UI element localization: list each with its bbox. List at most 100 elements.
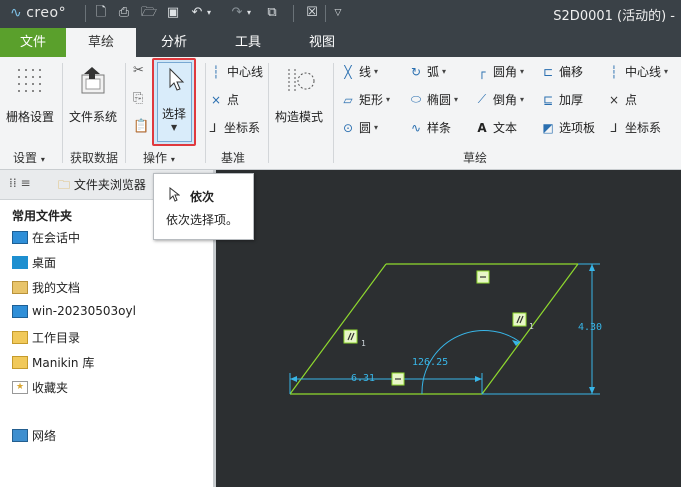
rectangle-icon: ▱ [343, 92, 353, 107]
tab-tools[interactable]: 工具 [216, 28, 280, 57]
folder-item-working-directory[interactable]: 工作目录 [12, 329, 80, 346]
sketch-canvas[interactable]: 1 1 6.31 126.25 4.30 [216, 170, 681, 487]
sketch-spline-button[interactable]: ∿ 样条 [408, 119, 451, 136]
paste-icon[interactable]: 📋 [133, 119, 149, 134]
construction-mode-button[interactable]: 构造模式 [272, 61, 328, 141]
tab-file[interactable]: 文件 [0, 28, 66, 57]
folder-item-in-session[interactable]: 在会话中 [12, 229, 80, 246]
datum-point-button[interactable]: × 点 [208, 91, 239, 108]
datum-csys-button[interactable]: ⅃ 坐标系 [205, 119, 260, 136]
group-label-settings[interactable]: 设置 ▾ [13, 149, 45, 166]
chamfer-icon: ⟋ [477, 92, 487, 106]
group-label-operations[interactable]: 操作 ▾ [143, 149, 175, 166]
folder-item-favorites[interactable]: ★ 收藏夹 [12, 379, 68, 396]
sketch-ellipse-button[interactable]: ⬭ 椭圆 ▾ [408, 91, 458, 108]
tab-sketch[interactable]: 草绘 [66, 28, 136, 57]
sketch-drawing: 1 1 [289, 263, 600, 395]
sketch-arc-button[interactable]: ↻ 弧 ▾ [408, 63, 446, 80]
offset-icon: ⊏ [542, 64, 554, 79]
title-bar: ∿ creo° 🗋 ⎙ 🗁 ▣ ↶ ▾ ↷ ▾ ⧉ ☒ ▽ S2D0001 (活动… [0, 0, 681, 28]
folder-item-computer[interactable]: win-20230503oyl [12, 304, 136, 318]
sketch-palette-button[interactable]: ◩ 选项板 [540, 119, 595, 136]
working-folder-icon [12, 331, 28, 344]
ellipse-icon: ⬭ [410, 92, 422, 106]
copy-icon[interactable]: ⎘ [133, 91, 143, 106]
new-file-icon[interactable]: 🗋 [92, 4, 110, 22]
tab-analysis[interactable]: 分析 [142, 28, 206, 57]
select-tooltip: 依次 依次选择项。 [153, 173, 254, 240]
line-icon: ╳ [344, 64, 352, 79]
select-button[interactable]: 选择 ▼ [152, 58, 196, 146]
network-icon [12, 429, 28, 442]
folder-item-desktop[interactable]: 桌面 [12, 254, 56, 271]
menu-tabs: 文件 草绘 分析 工具 视图 [0, 28, 681, 57]
monitor-icon [12, 231, 28, 244]
coordinate-system-icon: ⅃ [610, 120, 618, 135]
grid-icon [18, 69, 41, 92]
desktop-icon [12, 256, 28, 269]
grid-settings-label: 栅格设置 [6, 110, 55, 124]
sketch-point-button[interactable]: × 点 [606, 91, 637, 108]
pointer-icon [169, 67, 185, 91]
grid-settings-button[interactable]: 栅格设置 [4, 61, 58, 141]
regenerate-icon[interactable]: ⧉ [263, 4, 281, 22]
folder-browser-icon: 🗀 [58, 178, 71, 192]
text-icon: A [477, 120, 487, 135]
sketch-line-button[interactable]: ╳ 线 ▾ [340, 63, 378, 80]
folder-item-my-documents[interactable]: 我的文档 [12, 279, 80, 296]
pointer-icon [169, 187, 180, 202]
svg-text:1: 1 [361, 339, 366, 348]
print-icon[interactable]: ⎙ [115, 4, 133, 22]
select-button-inner: 选择 ▼ [157, 62, 192, 142]
fillet-icon: ┌ [478, 64, 486, 79]
svg-text:1: 1 [529, 322, 534, 331]
arc-icon: ↻ [410, 64, 422, 79]
folder-item-network[interactable]: 网络 [12, 427, 56, 444]
sketch-text-button[interactable]: A 文本 [474, 119, 517, 136]
folder-item-manikin-library[interactable]: Manikin 库 [12, 354, 94, 371]
sketch-csys-button[interactable]: ⅃ 坐标系 [606, 119, 661, 136]
spline-icon: ∿ [410, 120, 422, 135]
datum-centerline-button[interactable]: ┆ 中心线 [208, 63, 263, 80]
file-system-button[interactable]: 文件系统 [66, 61, 122, 141]
dimension-length[interactable]: 6.31 [351, 373, 375, 384]
thicken-icon: ⊑ [542, 92, 554, 107]
sketch-chamfer-button[interactable]: ⟋ 倒角 ▾ [474, 91, 524, 108]
open-folder-icon[interactable]: 🗁 [140, 4, 158, 22]
sketch-centerline-button[interactable]: ┆ 中心线 ▾ [606, 63, 668, 80]
sketch-rectangle-button[interactable]: ▱ 矩形 ▾ [340, 91, 390, 108]
group-label-datum: 基准 [221, 151, 246, 165]
save-icon[interactable]: ▣ [164, 4, 182, 22]
documents-icon [12, 281, 28, 294]
computer-icon [12, 304, 28, 318]
customize-toolbar-icon[interactable]: ▽ [329, 4, 347, 22]
sketch-offset-button[interactable]: ⊏ 偏移 [540, 63, 583, 80]
window-title: S2D0001 (活动的) - [553, 9, 675, 24]
dimension-angle[interactable]: 126.25 [412, 357, 448, 368]
centerline-icon: ┆ [212, 64, 220, 79]
group-label-sketch: 草绘 [463, 151, 488, 165]
select-dropdown-icon[interactable]: ▼ [171, 123, 177, 132]
sketch-thicken-button[interactable]: ⊑ 加厚 [540, 91, 583, 108]
sketch-circle-button[interactable]: ⊙ 圆 ▾ [340, 119, 378, 136]
library-folder-icon [12, 356, 28, 369]
group-label-get-data: 获取数据 [70, 151, 119, 165]
select-label: 选择 [162, 107, 187, 121]
coordinate-system-icon: ⅃ [209, 120, 217, 135]
app-logo: ∿ creo° [10, 5, 67, 21]
model-tree-tab-icon[interactable]: ⁞⁞ ≡ [9, 176, 31, 190]
redo-dropdown-icon[interactable]: ▾ [244, 4, 254, 22]
file-system-icon [81, 67, 105, 94]
close-window-icon[interactable]: ☒ [303, 4, 321, 22]
tab-folder-browser[interactable]: 🗀 文件夹浏览器 [58, 176, 146, 197]
common-folders-title: 常用文件夹 [12, 209, 73, 223]
undo-dropdown-icon[interactable]: ▾ [204, 4, 214, 22]
centerline-icon: ┆ [610, 64, 618, 79]
dimension-height[interactable]: 4.30 [578, 322, 602, 333]
tab-view[interactable]: 视图 [290, 28, 354, 57]
point-icon: × [210, 92, 222, 107]
construction-mode-label: 构造模式 [275, 110, 324, 124]
ribbon: 栅格设置 设置 ▾ 文件系统 获取数据 ✂ ⎘ 📋 操作 ▾ ┆ 中心线 × 点 ⅃… [0, 57, 681, 170]
cut-icon[interactable]: ✂ [133, 63, 144, 78]
sketch-fillet-button[interactable]: ┌ 圆角 ▾ [474, 63, 524, 80]
